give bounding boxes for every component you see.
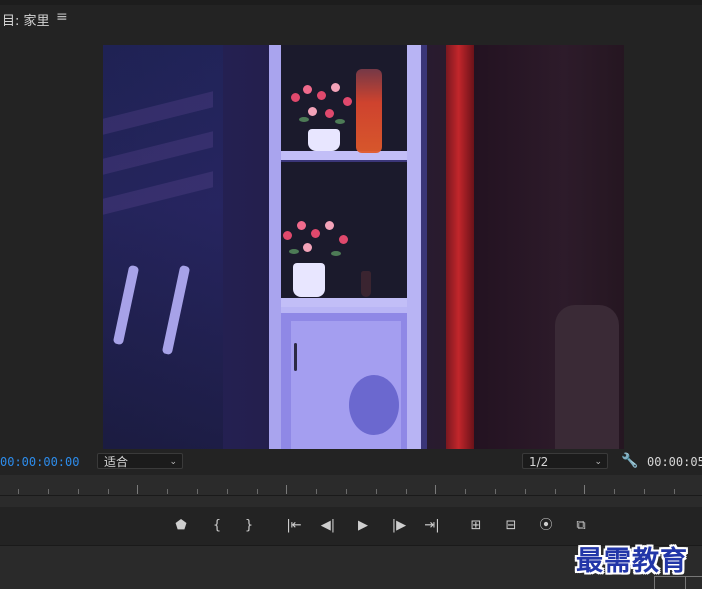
lift-icon: ⊞ [470,518,482,533]
extract-icon: ⊟ [505,518,517,533]
ruler-tick [376,489,377,494]
time-ruler[interactable] [0,475,702,507]
step-back-icon: ◀| [320,518,336,533]
go-to-out-button[interactable]: ⇥| [421,515,443,537]
ruler-tick [316,489,317,494]
mark-out-icon: } [244,518,254,533]
flower [325,109,334,118]
ruler-tick [584,485,585,494]
ruler-tick [227,489,228,494]
ruler-tick [257,489,258,494]
bottle [361,271,371,297]
flower [303,85,312,94]
cabinet-side [269,45,281,449]
ruler-tick [614,489,615,494]
leaf [299,117,309,122]
go-to-out-icon: ⇥| [424,518,440,533]
mark-in-button[interactable]: { [206,515,228,537]
flower [283,231,292,240]
leaf [335,119,345,124]
extract-button[interactable]: ⊟ [500,515,522,537]
vase [293,263,325,297]
ruler-tick [525,489,526,494]
cabinet-shelf [279,298,409,307]
flower [291,93,300,102]
comparison-view-button[interactable]: ⧉ [570,515,592,537]
door-handle [294,343,297,371]
cabinet-side [407,45,421,449]
watermark: 最需教育 [576,546,688,577]
red-curtain [446,45,474,449]
flower [308,107,317,116]
video-viewer [0,31,702,449]
leaf [331,251,341,256]
mark-out-button[interactable]: } [238,515,260,537]
marker-icon: ⬟ [175,518,187,533]
flower [343,97,352,106]
video-frame [103,45,624,449]
ruler-tick [108,489,109,494]
leaf [289,249,299,254]
zoom-level-value: 适合 [104,455,129,469]
comparison-view-icon: ⧉ [576,518,586,533]
vase [308,129,340,151]
export-frame-button[interactable]: ⦿ [535,515,557,537]
flower [317,91,326,100]
step-forward-button[interactable]: |▶ [388,515,410,537]
viewer-controls: 00:00:00:00 适合 ⌄ 1/2 ⌄ 🔧 00:00:05 [0,449,702,475]
camera-icon: ⦿ [539,518,553,533]
ruler-tick [48,489,49,494]
program-monitor: 目: 家里 ≡ 00:00:00:00 适合 ⌄ 1/2 ⌄ 🔧 00:00:0… [0,0,702,589]
duration-timecode: 00:00:05 [647,455,702,469]
ruler-tick [78,489,79,494]
ruler-tick [406,489,407,494]
ruler-tick [167,489,168,494]
ruler-tick [18,489,19,494]
ruler-tick [674,489,675,494]
ruler-tick [137,485,138,494]
ruler-tick [465,489,466,494]
zoom-level-select[interactable]: 适合 ⌄ [97,453,183,469]
flower [331,83,340,92]
bed-post [555,305,619,449]
flower [325,221,334,230]
cabinet-shelf [279,151,409,160]
playback-resolution-value: 1/2 [529,455,549,469]
play-button[interactable]: ▶ [352,515,374,537]
lift-button[interactable]: ⊞ [465,515,487,537]
playback-resolution-select[interactable]: 1/2 ⌄ [522,453,608,469]
ruler-tick [197,489,198,494]
flower [339,235,348,244]
step-back-button[interactable]: ◀| [317,515,339,537]
plant-shadow [349,375,399,435]
mark-in-icon: { [212,518,222,533]
panel-title: 目: 家里 [2,14,50,29]
go-to-in-button[interactable]: |⇤ [283,515,305,537]
step-forward-icon: |▶ [391,518,407,533]
ruler-tick [346,489,347,494]
current-timecode[interactable]: 00:00:00:00 [0,455,79,469]
flower [311,229,320,238]
play-icon: ▶ [358,518,368,533]
ruler-tick [555,489,556,494]
go-to-in-icon: |⇤ [286,518,302,533]
hamburger-menu-icon[interactable]: ≡ [56,9,68,25]
chevron-down-icon: ⌄ [169,457,177,467]
flower [297,221,306,230]
fruit-jar [356,69,382,153]
chevron-down-icon: ⌄ [594,457,602,467]
ruler-tick [495,489,496,494]
panel-tab[interactable]: 目: 家里 ≡ [0,5,702,31]
ruler-tick [644,489,645,494]
flower [303,243,312,252]
ruler-baseline [0,495,702,496]
ruler-tick [286,485,287,494]
wrench-icon[interactable]: 🔧 [621,453,638,469]
ruler-tick [435,485,436,494]
add-marker-button[interactable]: ⬟ [170,515,192,537]
